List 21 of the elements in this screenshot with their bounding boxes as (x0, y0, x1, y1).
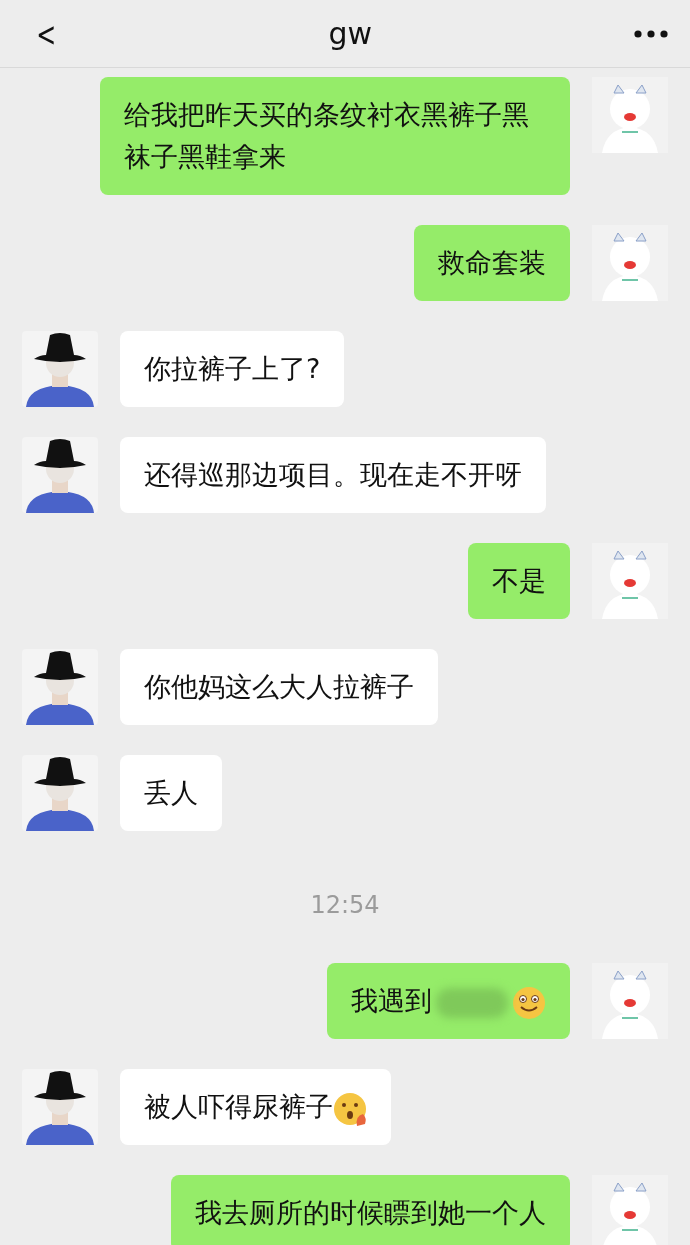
avatar-icon[interactable] (22, 755, 98, 831)
message-bubble: 被人吓得尿裤子 (120, 1069, 391, 1145)
message-bubble: 不是 (468, 543, 570, 619)
avatar-icon[interactable] (22, 649, 98, 725)
message-bubble: 给我把昨天买的条纹衬衣黑裤子黑袜子黑鞋拿来 (100, 77, 570, 195)
surprised-face-icon (333, 1091, 367, 1126)
message-bubble: 我遇到 (327, 963, 570, 1039)
back-button[interactable]: < (32, 13, 61, 54)
avatar-icon[interactable] (22, 1069, 98, 1145)
avatar-icon[interactable] (22, 331, 98, 407)
message-bubble: 救命套装 (414, 225, 570, 301)
message-bubble: 你他妈这么大人拉裤子 (120, 649, 438, 725)
message-bubble: 你拉裤子上了? (120, 331, 345, 407)
message-bubble: 我去厕所的时候瞟到她一个人 (171, 1175, 570, 1245)
smiley-icon (512, 985, 546, 1020)
timestamp: 12:54 (309, 890, 381, 921)
message-bubble: 丢人 (120, 755, 222, 831)
avatar-icon[interactable] (22, 437, 98, 513)
more-icon[interactable] (634, 29, 668, 38)
chat-title: gw (328, 16, 373, 51)
message-bubble: 还得巡那边项目。现在走不开呀 (120, 437, 546, 513)
